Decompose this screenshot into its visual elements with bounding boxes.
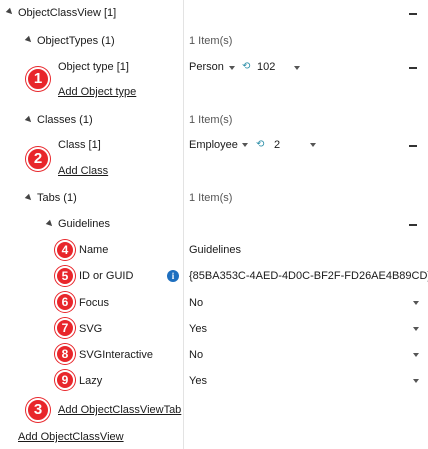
classes-label: Classes (1)	[37, 114, 93, 126]
guid-label: ID or GUID	[79, 270, 134, 282]
class-label: Class [1]	[58, 139, 101, 151]
remove-object-type-button[interactable]	[409, 67, 417, 69]
callout-8: 8	[55, 344, 75, 364]
add-objectclassview-link[interactable]: Add ObjectClassView	[18, 430, 124, 444]
class-ref-select[interactable]: 2	[274, 138, 280, 152]
lazy-select[interactable]: Yes	[189, 374, 207, 388]
object-type-ref-dropdown-icon[interactable]	[294, 66, 300, 70]
name-field[interactable]: Guidelines	[189, 243, 241, 257]
expand-tabs-icon[interactable]	[24, 193, 34, 203]
callout-7: 7	[55, 318, 75, 338]
root-label: ObjectClassView [1]	[18, 7, 117, 19]
focus-select[interactable]: No	[189, 296, 203, 310]
object-type-label: Object type [1]	[58, 61, 129, 73]
objecttypes-count: 1 Item(s)	[189, 35, 233, 47]
object-type-select[interactable]: Person	[189, 60, 224, 74]
guid-field[interactable]: {85BA353C-4AED-4D0C-BF2F-FD26AE4B89CD}	[189, 269, 428, 283]
callout-4: 4	[55, 240, 75, 260]
class-select[interactable]: Employee	[189, 138, 238, 152]
objecttypes-label: ObjectTypes (1)	[37, 35, 115, 47]
link-icon[interactable]: ⟲	[242, 60, 250, 74]
expand-classes-icon[interactable]	[24, 115, 34, 125]
callout-3: 3	[26, 398, 50, 422]
add-object-type-link[interactable]: Add Object type	[58, 85, 136, 99]
svg-select[interactable]: Yes	[189, 322, 207, 336]
svginteractive-dropdown-icon[interactable]	[413, 353, 419, 357]
focus-dropdown-icon[interactable]	[413, 301, 419, 305]
svg-dropdown-icon[interactable]	[413, 327, 419, 331]
svginteractive-select[interactable]: No	[189, 348, 203, 362]
lazy-label: Lazy	[79, 375, 103, 387]
info-icon[interactable]: i	[167, 270, 179, 282]
add-objectclassviewtab-link[interactable]: Add ObjectClassViewTab	[58, 403, 181, 417]
svginteractive-label: SVGInteractive	[79, 349, 153, 361]
callout-2: 2	[26, 147, 50, 171]
class-dropdown-icon[interactable]	[242, 143, 248, 147]
tabs-label: Tabs (1)	[37, 192, 77, 204]
expand-root-icon[interactable]	[5, 7, 15, 17]
lazy-dropdown-icon[interactable]	[413, 379, 419, 383]
remove-class-button[interactable]	[409, 145, 417, 147]
object-type-ref-select[interactable]: 102	[257, 60, 275, 74]
name-label: Name	[79, 244, 109, 256]
callout-1: 1	[26, 67, 50, 91]
class-ref-dropdown-icon[interactable]	[310, 143, 316, 147]
svg-label: SVG	[79, 323, 103, 335]
expand-guidelines-icon[interactable]	[45, 219, 55, 229]
callout-6: 6	[55, 292, 75, 312]
link-icon[interactable]: ⟲	[256, 138, 264, 152]
classes-count: 1 Item(s)	[189, 114, 233, 126]
add-class-link[interactable]: Add Class	[58, 164, 108, 178]
remove-root-button[interactable]	[409, 13, 417, 15]
callout-5: 5	[55, 266, 75, 286]
column-divider[interactable]	[183, 0, 184, 449]
remove-guidelines-button[interactable]	[409, 224, 417, 226]
object-type-dropdown-icon[interactable]	[229, 66, 235, 70]
focus-label: Focus	[79, 297, 109, 309]
expand-objecttypes-icon[interactable]	[24, 35, 34, 45]
tabs-count: 1 Item(s)	[189, 192, 233, 204]
guidelines-label: Guidelines	[58, 218, 110, 230]
callout-9: 9	[55, 370, 75, 390]
